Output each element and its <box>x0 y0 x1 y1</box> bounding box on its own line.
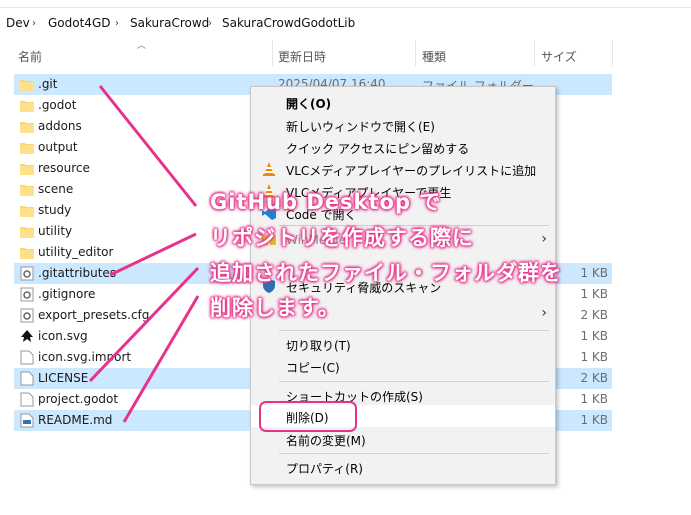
menu-item-label: 名前の変更(M) <box>286 434 366 448</box>
menu-item-label: 開く(O) <box>286 97 332 111</box>
vlc-icon <box>261 161 277 177</box>
annotation-line-2: リポジトリを作成する際に <box>210 226 474 250</box>
menu-item-vlc-add-playlist[interactable]: VLCメディアプレイヤーのプレイリストに追加 <box>251 158 555 180</box>
menu-separator <box>279 381 549 382</box>
chevron-right-icon: › <box>541 305 547 321</box>
menu-item-properties[interactable]: プロパティ(R) <box>251 456 555 478</box>
menu-item-label: 新しいウィンドウで開く(E) <box>286 120 435 134</box>
menu-item-cut[interactable]: 切り取り(T) <box>251 333 555 355</box>
menu-item-label: コピー(C) <box>286 361 340 375</box>
menu-item-label: 切り取り(T) <box>286 339 351 353</box>
menu-item-copy[interactable]: コピー(C) <box>251 355 555 377</box>
annotation-line-1: GitHub Desktop で <box>210 190 442 214</box>
pointer-line-git <box>98 85 198 207</box>
menu-separator <box>279 330 549 331</box>
annotation-line-4: 削除します。 <box>210 296 340 320</box>
pointer-line-gitattributes <box>109 232 197 277</box>
chevron-right-icon: › <box>541 231 547 247</box>
annotation-line-3: 追加されたファイル・フォルダ群を <box>210 261 562 285</box>
menu-item-open[interactable]: 開く(O) <box>251 91 555 113</box>
menu-item-open-new-window[interactable]: 新しいウィンドウで開く(E) <box>251 114 555 136</box>
menu-item-pin-quick-access[interactable]: クイック アクセスにピン留めする <box>251 136 555 158</box>
pointer-line-readme <box>122 295 200 423</box>
menu-separator <box>279 453 549 454</box>
menu-item-label: プロパティ(R) <box>286 462 363 476</box>
menu-item-label: クイック アクセスにピン留めする <box>286 142 470 156</box>
menu-item-label: VLCメディアプレイヤーのプレイリストに追加 <box>286 164 537 178</box>
delete-highlight-box <box>259 401 357 432</box>
